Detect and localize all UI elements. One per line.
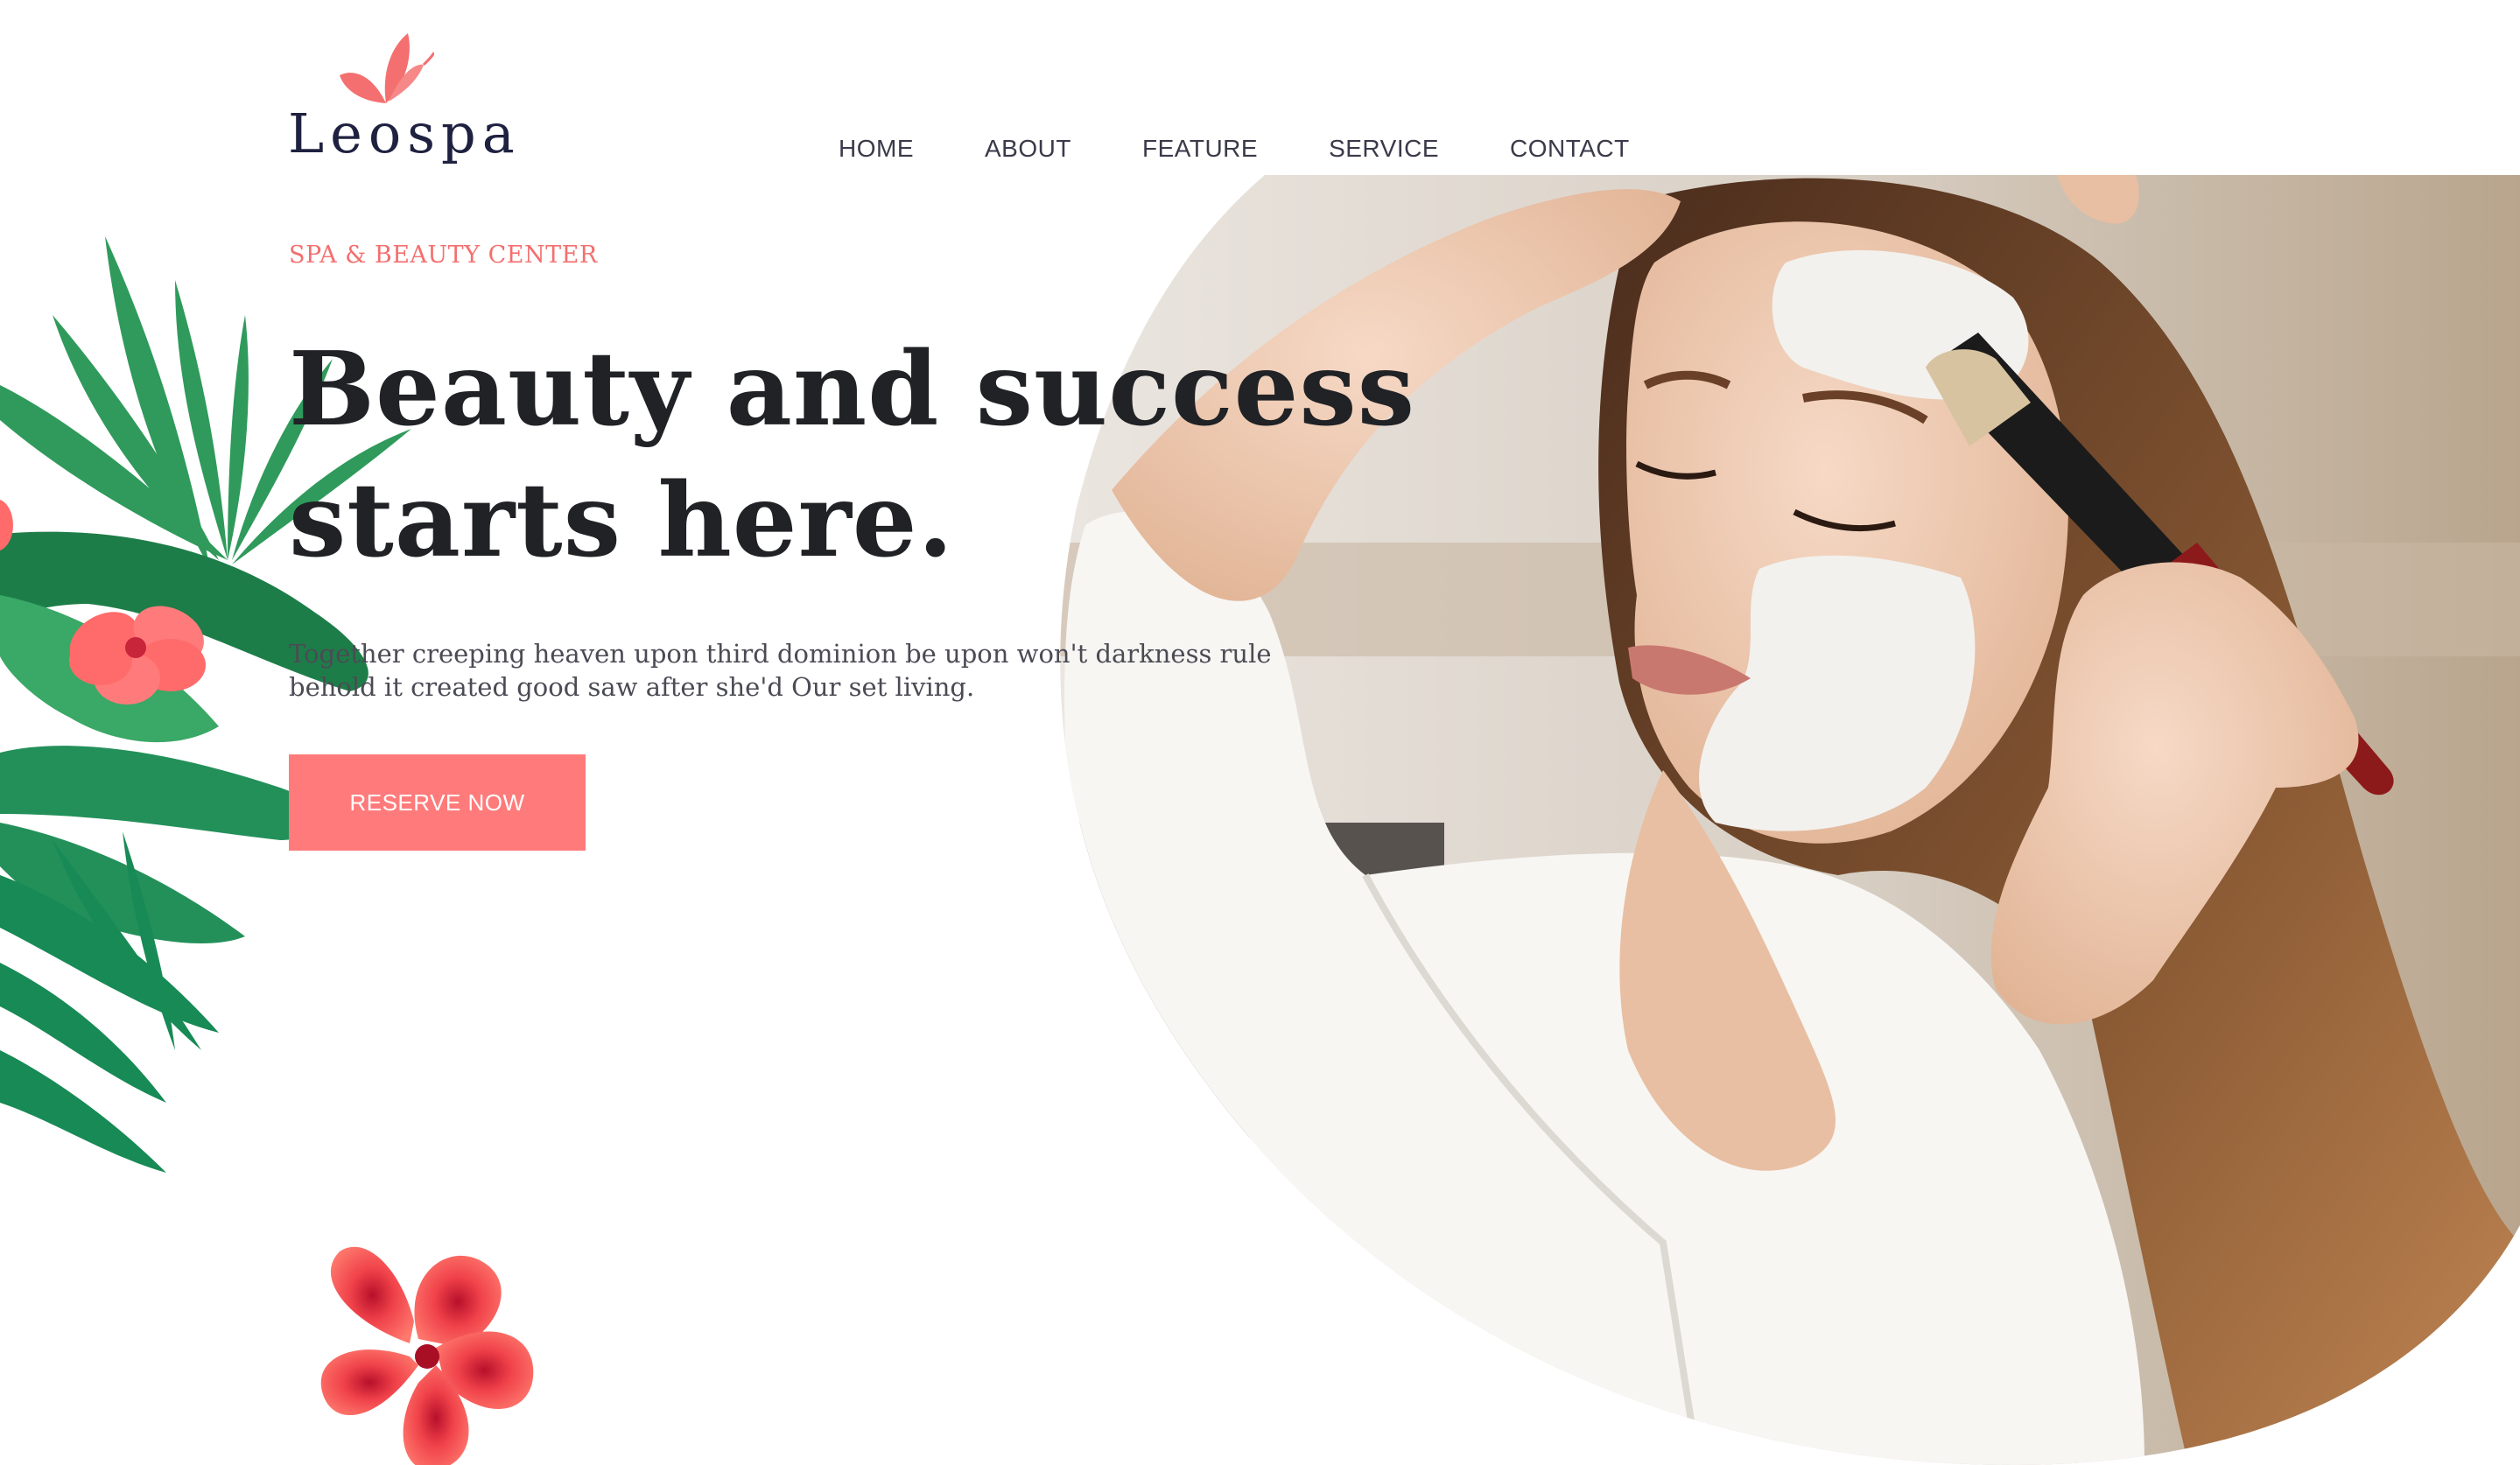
hero-kicker: SPA & BEAUTY CENTER	[289, 242, 598, 269]
nav-item-feature[interactable]: FEATURE	[1142, 130, 1258, 168]
logo[interactable]: Leospa	[288, 30, 515, 179]
reserve-now-button[interactable]: RESERVE NOW	[289, 754, 586, 851]
nav-item-service[interactable]: SERVICE	[1329, 130, 1439, 168]
nav-item-contact[interactable]: CONTACT	[1510, 130, 1630, 168]
description-line-2: behold it created good saw after she'd O…	[289, 672, 975, 702]
brand-name: Leospa	[288, 102, 521, 165]
red-hibiscus-flower-illustration	[320, 1246, 534, 1465]
hero-description: Together creeping heaven upon third domi…	[289, 637, 1272, 704]
hero-headline: Beauty and success starts here.	[289, 324, 1427, 586]
headline-line-2: starts here.	[289, 461, 954, 580]
nav-item-home[interactable]: HOME	[839, 130, 914, 168]
main-nav: HOME ABOUT FEATURE SERVICE CONTACT	[839, 130, 1701, 168]
headline-line-1: Beauty and success	[289, 330, 1416, 449]
hero-artwork	[0, 0, 2520, 1465]
nav-item-about[interactable]: ABOUT	[985, 130, 1071, 168]
description-line-1: Together creeping heaven upon third domi…	[289, 639, 1272, 669]
butterfly-icon	[340, 33, 434, 103]
